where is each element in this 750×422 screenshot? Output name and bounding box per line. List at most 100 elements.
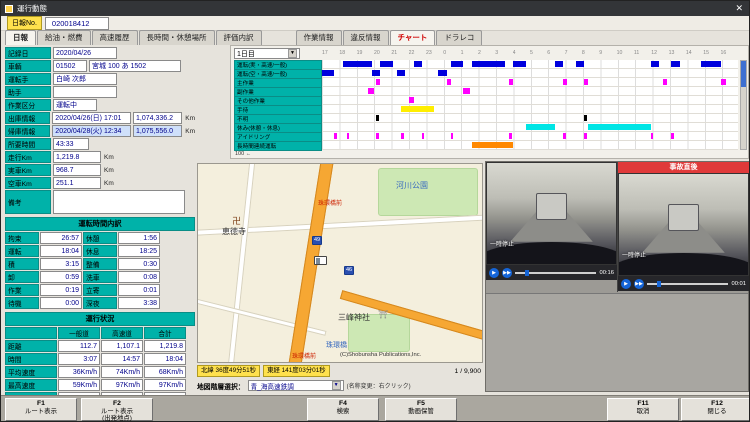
video-seek-slider[interactable] [515,272,596,274]
scrollbar-thumb[interactable] [741,61,746,87]
dt-value: 0:19 [40,284,82,296]
ops-value: 36Km/h [58,366,100,378]
hour-tick: 11 [634,50,651,58]
dt-label: 待機 [5,297,39,309]
dt-label: 卸 [5,271,39,283]
tab-給油・燃費[interactable]: 給油・燃費 [37,30,91,45]
tab-bar: 日報給油・燃費高速履歴長時間・休憩場所評価内訳 作業情報違反情報チャートドラレコ [1,31,750,45]
tab-group-report: 日報給油・燃費高速履歴長時間・休憩場所評価内訳 [5,30,262,45]
field-value[interactable]: 968.7 [53,164,101,176]
tab-日報[interactable]: 日報 [5,30,36,45]
hour-tick: 14 [686,50,703,58]
video-time: 00:16 [599,270,614,276]
trip-summary-panel: 記録日2020/04/26車輌01502宮城 100 あ 1502運転手白崎 次… [5,47,195,393]
ops-header: 合計 [144,327,186,339]
gantt-bar [397,70,405,76]
gantt-bar [555,61,563,67]
gantt-row: 運転(空・高速/一般) [234,69,738,78]
map-layer-label: 地図階層選択： [197,381,245,391]
field-label: 備考 [5,190,51,214]
dt-value: 0:59 [40,271,82,283]
field-value[interactable]: 白崎 次郎 [53,73,117,85]
play-icon[interactable]: ▶ [621,279,631,289]
tab-作業情報[interactable]: 作業情報 [296,30,342,45]
slider-thumb[interactable] [525,270,529,276]
dashcam-vehicle-ahead [668,204,699,230]
fk-button-f4[interactable]: F4検索 [307,398,379,421]
field-value[interactable]: 宮城 100 あ 1502 [89,60,181,72]
gantt-track [322,60,738,69]
hour-tick: 17 [322,50,339,58]
chart-scrollbar[interactable] [740,60,747,150]
field-value[interactable]: 251.1 [53,177,101,189]
slider-thumb[interactable] [657,281,661,287]
hour-tick: 12 [651,50,668,58]
fk-button-f1[interactable]: F1ルート表示 [5,398,77,421]
route-number-badge: 49 [312,236,322,245]
field-value[interactable]: 1,075,556.0 [133,125,182,137]
tab-高速履歴[interactable]: 高速履歴 [92,30,138,45]
field-value[interactable]: 運転中 [53,99,97,111]
field-value[interactable]: 01502 [53,60,87,72]
tab-チャート[interactable]: チャート [390,30,436,45]
video-before-frame[interactable]: 一時停止 [486,162,617,265]
field-value[interactable] [53,190,185,214]
fk-button-f12[interactable]: F12閉じる [681,398,750,421]
tab-長時間・休憩場所[interactable]: 長時間・休憩場所 [139,30,215,45]
field-value[interactable] [53,86,117,98]
ops-row: 時間3:0714:5718:04 [5,353,195,365]
field-value[interactable]: 43:33 [53,138,89,150]
play-icon[interactable]: ▶ [489,268,499,278]
video-seek-slider[interactable] [647,283,728,285]
hour-tick: 19 [357,50,374,58]
report-number-field[interactable]: 020018412 [45,17,109,30]
gantt-bar [368,88,374,94]
map-view[interactable]: 河川公園卍恵徳寺珠環橋前三峰神社⛩珠環橋珠環橋前4946 (C)Shobunsh… [197,163,483,363]
fk-button-f5[interactable]: F5動画保管 [385,398,457,421]
map-street [226,163,256,363]
gantt-bar [663,79,667,85]
vehicle-marker[interactable] [314,256,327,265]
skip-icon[interactable]: ▶▶ [634,279,644,289]
tab-違反情報[interactable]: 違反情報 [343,30,389,45]
field-value[interactable]: 1,219.8 [53,151,101,163]
gantt-bar [721,79,725,85]
driving-time-row: 運転18:04休息18:25 [5,245,195,257]
gantt-bar [380,61,392,67]
map-layer-dropdown[interactable]: 青_海高速鉄調 ▼ [248,380,344,391]
day-selector-dropdown[interactable]: 1日目 ▼ [234,48,300,59]
gantt-bar [472,142,514,148]
field-value[interactable]: 2020/04/26(日) 17:01 [52,112,131,124]
ops-value: 3:07 [58,353,100,365]
ops-label: 時間 [5,353,57,365]
video-after-frame[interactable]: 一時停止 [618,173,749,276]
gantt-bar [472,61,505,67]
tab-評価内訳[interactable]: 評価内訳 [216,30,262,45]
fk-button-f11[interactable]: F11取消 [607,398,679,421]
gantt-bar [563,133,565,139]
gantt-bar [401,106,434,112]
video-before-incident: 事故直前 一時停止 ▶ ▶▶ 00:16 [486,162,617,292]
gantt-bar [422,133,424,139]
form-row: 記録日2020/04/26 [5,47,195,59]
gantt-row: 副作業 [234,87,738,96]
dt-label: 洗車 [83,271,117,283]
close-icon[interactable]: ✕ [731,3,747,14]
gantt-row-label: 長時間連続運転 [234,141,322,151]
map-layer-bar: 地図階層選択： 青_海高速鉄調 ▼ (名称変更：右クリック) [197,379,483,392]
form-row: 備考 [5,190,195,214]
field-value[interactable]: 1,074,336.2 [133,112,182,124]
field-value[interactable]: 2020/04/28(火) 12:34 [52,125,131,137]
dt-label: 積 [5,258,39,270]
ops-value: 97Km/h [101,379,143,391]
tab-ドラレコ[interactable]: ドラレコ [436,30,482,45]
skip-icon[interactable]: ▶▶ [502,268,512,278]
video-after-incident: 事故直後 一時停止 ▶ ▶▶ 00:01 [618,162,749,292]
fk-button-f2[interactable]: F2ルート表示(出発地点) [81,398,153,421]
field-label: 帰庫情報 [5,125,50,137]
fk-label: 動画保管 [386,408,456,415]
gantt-track [322,132,738,141]
ops-value: 97Km/h [144,379,186,391]
field-value[interactable]: 2020/04/26 [53,47,117,59]
fk-label: ルート表示 [6,408,76,415]
